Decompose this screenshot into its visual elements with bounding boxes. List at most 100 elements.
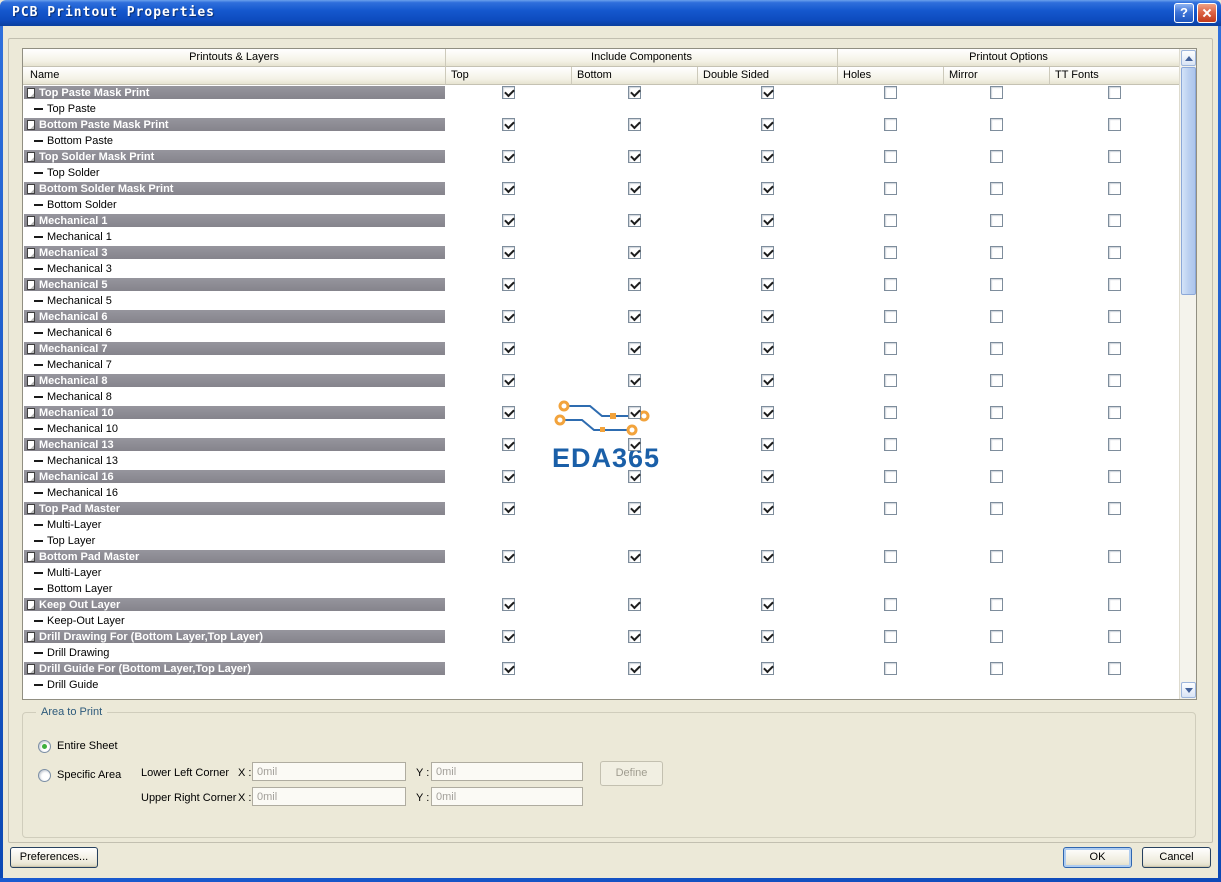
mirror-checkbox[interactable]: [990, 310, 1003, 323]
specific-area-radio[interactable]: [38, 769, 51, 782]
mirror-checkbox[interactable]: [990, 662, 1003, 675]
specific-area-label[interactable]: Specific Area: [57, 769, 121, 781]
printout-row[interactable]: Mechanical 16: [23, 469, 1179, 485]
ok-button[interactable]: OK: [1063, 847, 1132, 868]
double-sided-checkbox[interactable]: [761, 310, 774, 323]
vertical-scrollbar[interactable]: [1179, 49, 1196, 699]
holes-checkbox[interactable]: [884, 470, 897, 483]
tt-fonts-checkbox[interactable]: [1108, 246, 1121, 259]
printout-bar[interactable]: Drill Drawing For (Bottom Layer,Top Laye…: [24, 630, 445, 643]
mirror-checkbox[interactable]: [990, 246, 1003, 259]
top-checkbox[interactable]: [502, 278, 515, 291]
holes-checkbox[interactable]: [884, 310, 897, 323]
tt-fonts-checkbox[interactable]: [1108, 374, 1121, 387]
printout-row[interactable]: Mechanical 8: [23, 373, 1179, 389]
bottom-checkbox[interactable]: [628, 278, 641, 291]
printout-row[interactable]: Mechanical 6: [23, 309, 1179, 325]
double-sided-checkbox[interactable]: [761, 342, 774, 355]
printout-bar[interactable]: Drill Guide For (Bottom Layer,Top Layer): [24, 662, 445, 675]
bottom-checkbox[interactable]: [628, 214, 641, 227]
tt-fonts-checkbox[interactable]: [1108, 438, 1121, 451]
tt-fonts-checkbox[interactable]: [1108, 598, 1121, 611]
holes-checkbox[interactable]: [884, 150, 897, 163]
printout-bar[interactable]: Mechanical 16: [24, 470, 445, 483]
holes-checkbox[interactable]: [884, 182, 897, 195]
double-sided-checkbox[interactable]: [761, 470, 774, 483]
scroll-thumb[interactable]: [1181, 67, 1196, 295]
tt-fonts-checkbox[interactable]: [1108, 342, 1121, 355]
printout-row[interactable]: Mechanical 10: [23, 405, 1179, 421]
cancel-button[interactable]: Cancel: [1142, 847, 1211, 868]
tt-fonts-checkbox[interactable]: [1108, 278, 1121, 291]
bottom-checkbox[interactable]: [628, 182, 641, 195]
layer-row[interactable]: Drill Guide: [23, 677, 1179, 693]
scroll-up-button[interactable]: [1181, 50, 1196, 66]
holes-checkbox[interactable]: [884, 118, 897, 131]
layer-row[interactable]: Mechanical 13: [23, 453, 1179, 469]
holes-checkbox[interactable]: [884, 550, 897, 563]
close-button[interactable]: [1197, 3, 1217, 23]
preferences-button[interactable]: Preferences...: [10, 847, 98, 868]
double-sided-checkbox[interactable]: [761, 214, 774, 227]
double-sided-checkbox[interactable]: [761, 502, 774, 515]
printout-bar[interactable]: Top Paste Mask Print: [24, 86, 445, 99]
printout-row[interactable]: Drill Guide For (Bottom Layer,Top Layer): [23, 661, 1179, 677]
printout-bar[interactable]: Mechanical 6: [24, 310, 445, 323]
printout-bar[interactable]: Mechanical 8: [24, 374, 445, 387]
top-checkbox[interactable]: [502, 310, 515, 323]
top-checkbox[interactable]: [502, 374, 515, 387]
layer-row[interactable]: Mechanical 3: [23, 261, 1179, 277]
layer-row[interactable]: Mechanical 7: [23, 357, 1179, 373]
mirror-checkbox[interactable]: [990, 278, 1003, 291]
double-sided-checkbox[interactable]: [761, 182, 774, 195]
layer-row[interactable]: Keep-Out Layer: [23, 613, 1179, 629]
printout-bar[interactable]: Bottom Solder Mask Print: [24, 182, 445, 195]
entire-sheet-radio[interactable]: [38, 740, 51, 753]
top-checkbox[interactable]: [502, 438, 515, 451]
mirror-checkbox[interactable]: [990, 86, 1003, 99]
printout-row[interactable]: Mechanical 13: [23, 437, 1179, 453]
bottom-checkbox[interactable]: [628, 150, 641, 163]
holes-checkbox[interactable]: [884, 246, 897, 259]
top-checkbox[interactable]: [502, 118, 515, 131]
holes-checkbox[interactable]: [884, 86, 897, 99]
bottom-checkbox[interactable]: [628, 406, 641, 419]
tt-fonts-checkbox[interactable]: [1108, 550, 1121, 563]
double-sided-checkbox[interactable]: [761, 598, 774, 611]
bottom-checkbox[interactable]: [628, 342, 641, 355]
holes-checkbox[interactable]: [884, 630, 897, 643]
printout-row[interactable]: Top Paste Mask Print: [23, 85, 1179, 101]
bottom-checkbox[interactable]: [628, 598, 641, 611]
printout-row[interactable]: Bottom Solder Mask Print: [23, 181, 1179, 197]
upper-right-x-input[interactable]: [252, 787, 406, 806]
bottom-checkbox[interactable]: [628, 310, 641, 323]
top-checkbox[interactable]: [502, 86, 515, 99]
upper-right-y-input[interactable]: [431, 787, 583, 806]
double-sided-checkbox[interactable]: [761, 438, 774, 451]
tt-fonts-checkbox[interactable]: [1108, 86, 1121, 99]
mirror-checkbox[interactable]: [990, 150, 1003, 163]
printout-bar[interactable]: Mechanical 1: [24, 214, 445, 227]
tt-fonts-checkbox[interactable]: [1108, 150, 1121, 163]
double-sided-checkbox[interactable]: [761, 550, 774, 563]
bottom-checkbox[interactable]: [628, 630, 641, 643]
mirror-checkbox[interactable]: [990, 374, 1003, 387]
tt-fonts-checkbox[interactable]: [1108, 662, 1121, 675]
mirror-checkbox[interactable]: [990, 406, 1003, 419]
mirror-checkbox[interactable]: [990, 550, 1003, 563]
printout-bar[interactable]: Top Pad Master: [24, 502, 445, 515]
top-checkbox[interactable]: [502, 182, 515, 195]
printout-row[interactable]: Mechanical 1: [23, 213, 1179, 229]
bottom-checkbox[interactable]: [628, 550, 641, 563]
mirror-checkbox[interactable]: [990, 342, 1003, 355]
double-sided-checkbox[interactable]: [761, 278, 774, 291]
top-checkbox[interactable]: [502, 246, 515, 259]
top-checkbox[interactable]: [502, 406, 515, 419]
bottom-checkbox[interactable]: [628, 374, 641, 387]
double-sided-checkbox[interactable]: [761, 118, 774, 131]
lower-left-y-input[interactable]: [431, 762, 583, 781]
double-sided-checkbox[interactable]: [761, 374, 774, 387]
title-bar[interactable]: PCB Printout Properties ?: [0, 0, 1221, 26]
mirror-checkbox[interactable]: [990, 214, 1003, 227]
top-checkbox[interactable]: [502, 150, 515, 163]
